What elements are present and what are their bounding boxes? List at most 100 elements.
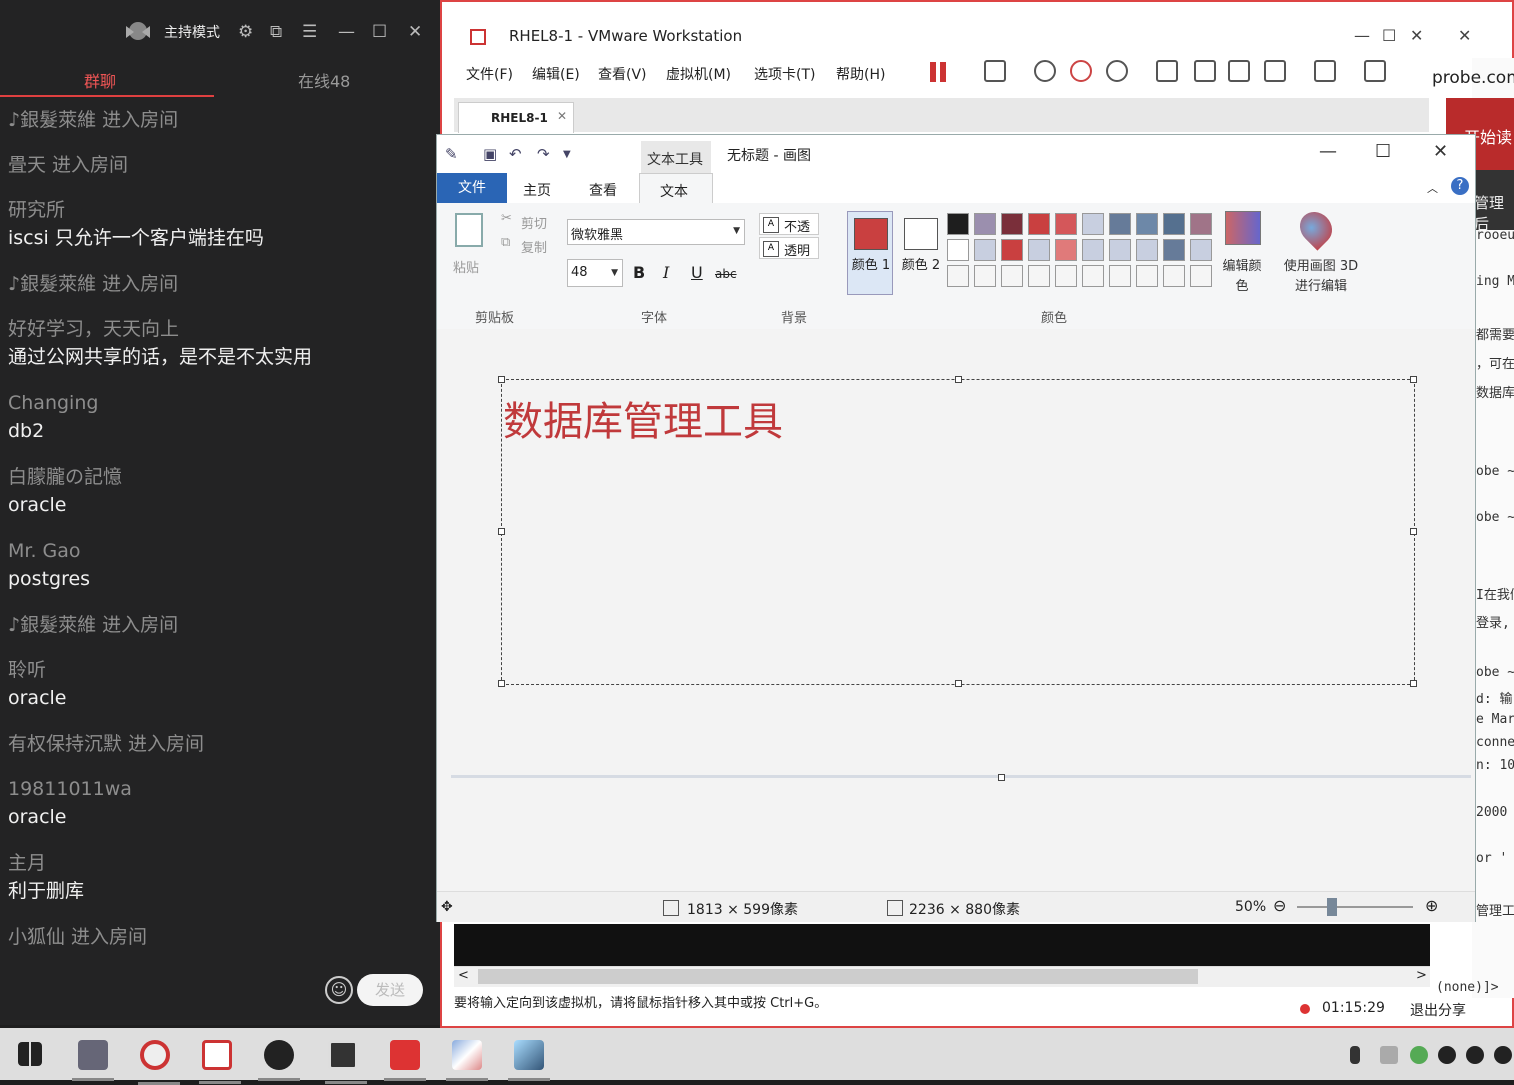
palette-swatch[interactable] (1028, 239, 1050, 261)
terminal-app-icon[interactable] (508, 1040, 550, 1081)
microphone-icon[interactable] (1350, 1046, 1360, 1064)
exit-share-button[interactable]: 退出分享 (1410, 1000, 1466, 1020)
library-icon[interactable] (1156, 60, 1178, 82)
zoom-slider[interactable] (1297, 906, 1413, 908)
paint3d-icon[interactable] (1293, 205, 1339, 251)
taskbar-app-icon[interactable] (72, 1040, 114, 1081)
palette-swatch[interactable] (1001, 265, 1023, 287)
menu-file[interactable]: 文件(F) (466, 64, 513, 84)
zoom-out-icon[interactable]: ⊖ (1273, 896, 1286, 915)
shield-icon[interactable] (1410, 1046, 1428, 1064)
stretch-icon[interactable] (1364, 60, 1386, 82)
snapshot-manager-icon[interactable] (1106, 60, 1128, 82)
color-1-button[interactable]: 颜色 1 (847, 211, 893, 295)
tray-app-icon[interactable] (1380, 1046, 1398, 1064)
tab-text[interactable]: 文本 (639, 173, 713, 204)
resize-handle[interactable] (498, 376, 505, 383)
save-icon[interactable]: ▣ (483, 145, 497, 163)
tab-view[interactable]: 查看 (589, 180, 617, 200)
underline-button[interactable]: U (691, 263, 703, 282)
customize-qat-icon[interactable]: ▼ (563, 149, 571, 160)
pause-icon[interactable] (930, 62, 948, 82)
palette-swatch[interactable] (1001, 239, 1023, 261)
snapshot-icon[interactable] (1034, 60, 1056, 82)
menu-vm[interactable]: 虚拟机(M) (666, 64, 731, 84)
palette-swatch[interactable] (1082, 265, 1104, 287)
tab-rhel8-1[interactable]: RHEL8-1 ✕ (458, 102, 574, 133)
palette-swatch[interactable] (1028, 265, 1050, 287)
palette-swatch[interactable] (1109, 265, 1131, 287)
music-app-icon[interactable] (258, 1040, 300, 1081)
palette-swatch[interactable] (1055, 213, 1077, 235)
tab-group-chat[interactable]: 群聊 (84, 68, 116, 92)
palette-swatch[interactable] (1109, 213, 1131, 235)
resize-handle[interactable] (498, 528, 505, 535)
undo-icon[interactable]: ↶ (509, 145, 522, 163)
thumbnail-icon[interactable] (1194, 60, 1216, 82)
resize-handle[interactable] (498, 680, 505, 687)
palette-swatch[interactable] (1055, 239, 1077, 261)
palette-swatch[interactable] (1001, 213, 1023, 235)
video-app-icon[interactable] (325, 1040, 367, 1084)
palette-swatch[interactable] (1190, 239, 1212, 261)
palette-swatch[interactable] (1163, 265, 1185, 287)
canvas-text[interactable]: 数据库管理工具 (503, 389, 783, 447)
chrome-icon[interactable] (138, 1040, 180, 1085)
palette-swatch[interactable] (974, 239, 996, 261)
menu-view[interactable]: 查看(V) (598, 64, 647, 84)
tab-home[interactable]: 主页 (523, 180, 551, 200)
scroll-right-icon[interactable]: > (1416, 968, 1427, 983)
paint3d-button[interactable]: 使用画图 3D 进行编辑 (1279, 257, 1363, 297)
revert-snapshot-icon[interactable] (1070, 60, 1092, 82)
close-icon[interactable]: ✕ (1410, 26, 1423, 45)
fullscreen-icon[interactable] (1228, 60, 1250, 82)
help-icon[interactable]: ? (1451, 177, 1469, 195)
palette-swatch[interactable] (1163, 239, 1185, 261)
scrollbar-thumb[interactable] (478, 969, 1198, 984)
popout-icon[interactable]: ⧉ (270, 22, 282, 42)
windows-start-icon[interactable] (18, 1042, 42, 1066)
palette-swatch[interactable] (1082, 239, 1104, 261)
canvas-resize-handle[interactable] (998, 774, 1005, 781)
paste-label[interactable]: 粘贴 (453, 257, 479, 276)
zoom-in-icon[interactable]: ⊕ (1425, 896, 1438, 915)
bold-button[interactable]: B (633, 263, 645, 282)
settings-icon[interactable]: ⚙ (238, 22, 253, 42)
qq-icon[interactable] (1494, 1046, 1512, 1064)
collapse-ribbon-icon[interactable]: ︿ (1427, 180, 1438, 196)
palette-swatch[interactable] (947, 213, 969, 235)
redo-icon[interactable]: ↷ (537, 145, 550, 163)
font-size-select[interactable]: 48 ▼ (567, 259, 623, 287)
zoom-slider-thumb[interactable] (1327, 898, 1337, 916)
palette-swatch[interactable] (1136, 265, 1158, 287)
resize-handle[interactable] (955, 680, 962, 687)
palette-swatch[interactable] (974, 265, 996, 287)
copy-icon[interactable]: ⧉ (501, 235, 510, 250)
send-keys-icon[interactable] (984, 60, 1006, 82)
paint-icon[interactable] (446, 1040, 488, 1081)
resize-handle[interactable] (955, 376, 962, 383)
minimize-icon[interactable]: — (1354, 26, 1370, 45)
classroom-app-icon[interactable] (384, 1040, 426, 1081)
palette-swatch[interactable] (1163, 213, 1185, 235)
close-icon[interactable]: ✕ (1433, 141, 1448, 162)
scroll-left-icon[interactable]: < (458, 968, 469, 983)
resize-handle[interactable] (1410, 528, 1417, 535)
send-button[interactable]: 发送 (357, 974, 423, 1006)
minimize-icon[interactable]: — (338, 22, 355, 42)
menu-tabs[interactable]: 选项卡(T) (754, 64, 815, 84)
resize-handle[interactable] (1410, 680, 1417, 687)
maximize-icon[interactable]: ☐ (1375, 141, 1391, 162)
cut-button[interactable]: 剪切 (521, 213, 547, 232)
edit-colors-icon[interactable] (1225, 211, 1261, 245)
palette-swatch[interactable] (1028, 213, 1050, 235)
qq-icon[interactable] (1438, 1046, 1456, 1064)
transparent-option[interactable]: A 透明 (759, 237, 819, 259)
palette-swatch[interactable] (1190, 265, 1212, 287)
opaque-option[interactable]: A不透明 (759, 213, 819, 254)
close-icon[interactable]: ✕ (1458, 26, 1471, 45)
palette-swatch[interactable] (1190, 213, 1212, 235)
unity-icon[interactable] (1264, 60, 1286, 82)
palette-swatch[interactable] (947, 239, 969, 261)
resize-handle[interactable] (1410, 376, 1417, 383)
